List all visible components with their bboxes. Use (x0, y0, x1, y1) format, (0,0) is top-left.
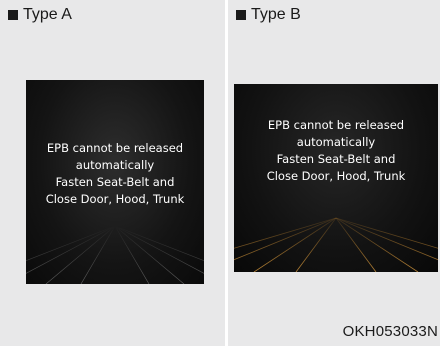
perspective-grid-floor (26, 225, 204, 284)
type-b-panel: Type B EPB cannot be released automatica… (228, 0, 440, 346)
message-line: Fasten Seat-Belt and (55, 175, 175, 189)
image-code: OKH053033N (342, 323, 438, 340)
message-line: automatically (75, 158, 155, 172)
message-line: EPB cannot be released (46, 141, 184, 155)
message-line: automatically (296, 135, 376, 149)
type-b-label: Type B (251, 6, 301, 23)
message-line: EPB cannot be released (267, 118, 405, 132)
type-b-cluster-display: EPB cannot be released automatically Fas… (234, 84, 438, 272)
type-b-heading: Type B (236, 6, 301, 24)
type-a-panel: Type A EPB cannot be released automatica… (0, 0, 225, 346)
message-line: Fasten Seat-Belt and (276, 152, 396, 166)
square-bullet-icon (236, 10, 246, 20)
perspective-grid-floor (234, 217, 438, 272)
type-b-warning-message: EPB cannot be released automatically Fas… (234, 117, 438, 185)
type-a-warning-message: EPB cannot be released automatically Fas… (26, 140, 204, 208)
type-a-cluster-display: EPB cannot be released automatically Fas… (26, 80, 204, 284)
message-line: Close Door, Hood, Trunk (266, 169, 406, 183)
type-a-heading: Type A (8, 6, 72, 24)
square-bullet-icon (8, 10, 18, 20)
message-line: Close Door, Hood, Trunk (45, 192, 185, 206)
type-a-label: Type A (23, 6, 72, 23)
